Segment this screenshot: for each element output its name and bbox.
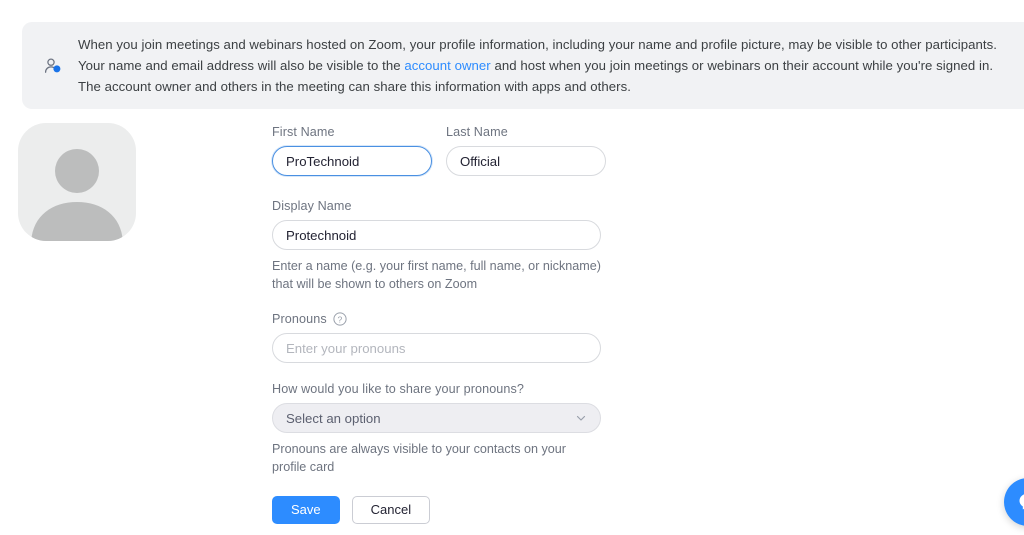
- pronouns-sharing-label: How would you like to share your pronoun…: [272, 382, 525, 396]
- profile-avatar[interactable]: [18, 123, 136, 241]
- last-name-field-group: Last Name: [446, 124, 606, 176]
- pronouns-field-group: Pronouns ?: [272, 311, 612, 363]
- form-actions: Save Cancel: [272, 496, 612, 524]
- last-name-input[interactable]: [446, 146, 606, 176]
- save-button[interactable]: Save: [272, 496, 340, 524]
- default-user-avatar-icon: [31, 149, 123, 241]
- help-chat-fab[interactable]: [1004, 478, 1024, 526]
- display-name-field-group: Display Name Enter a name (e.g. your fir…: [272, 198, 612, 293]
- privacy-person-icon: [42, 55, 64, 77]
- pronouns-input[interactable]: [272, 333, 601, 363]
- profile-form: First Name Last Name Display Name Enter …: [272, 124, 612, 524]
- privacy-notice-text: When you join meetings and webinars host…: [78, 34, 1018, 97]
- first-name-field-group: First Name: [272, 124, 432, 176]
- privacy-notice-banner: When you join meetings and webinars host…: [22, 22, 1024, 109]
- pronouns-label-row: Pronouns ?: [272, 311, 612, 327]
- display-name-label: Display Name: [272, 199, 352, 213]
- first-name-input[interactable]: [272, 146, 432, 176]
- display-name-hint: Enter a name (e.g. your first name, full…: [272, 259, 601, 291]
- name-fields-row: First Name Last Name: [272, 124, 612, 176]
- account-owner-link[interactable]: account owner: [404, 58, 490, 73]
- svg-text:?: ?: [337, 314, 342, 324]
- first-name-label: First Name: [272, 125, 335, 139]
- chevron-down-icon: [575, 412, 587, 424]
- pronouns-label: Pronouns: [272, 312, 327, 326]
- cancel-button[interactable]: Cancel: [351, 496, 431, 524]
- display-name-input[interactable]: [272, 220, 601, 250]
- pronouns-sharing-group: How would you like to share your pronoun…: [272, 381, 612, 476]
- pronouns-sharing-select[interactable]: Select an option: [272, 403, 601, 433]
- question-mark-circle-icon[interactable]: ?: [333, 312, 347, 326]
- last-name-label: Last Name: [446, 125, 508, 139]
- pronouns-sharing-selected-value: Select an option: [286, 410, 381, 426]
- pronouns-sharing-hint: Pronouns are always visible to your cont…: [272, 442, 567, 474]
- help-chat-bubble-icon: [1019, 494, 1024, 510]
- profile-page: When you join meetings and webinars host…: [0, 0, 1024, 535]
